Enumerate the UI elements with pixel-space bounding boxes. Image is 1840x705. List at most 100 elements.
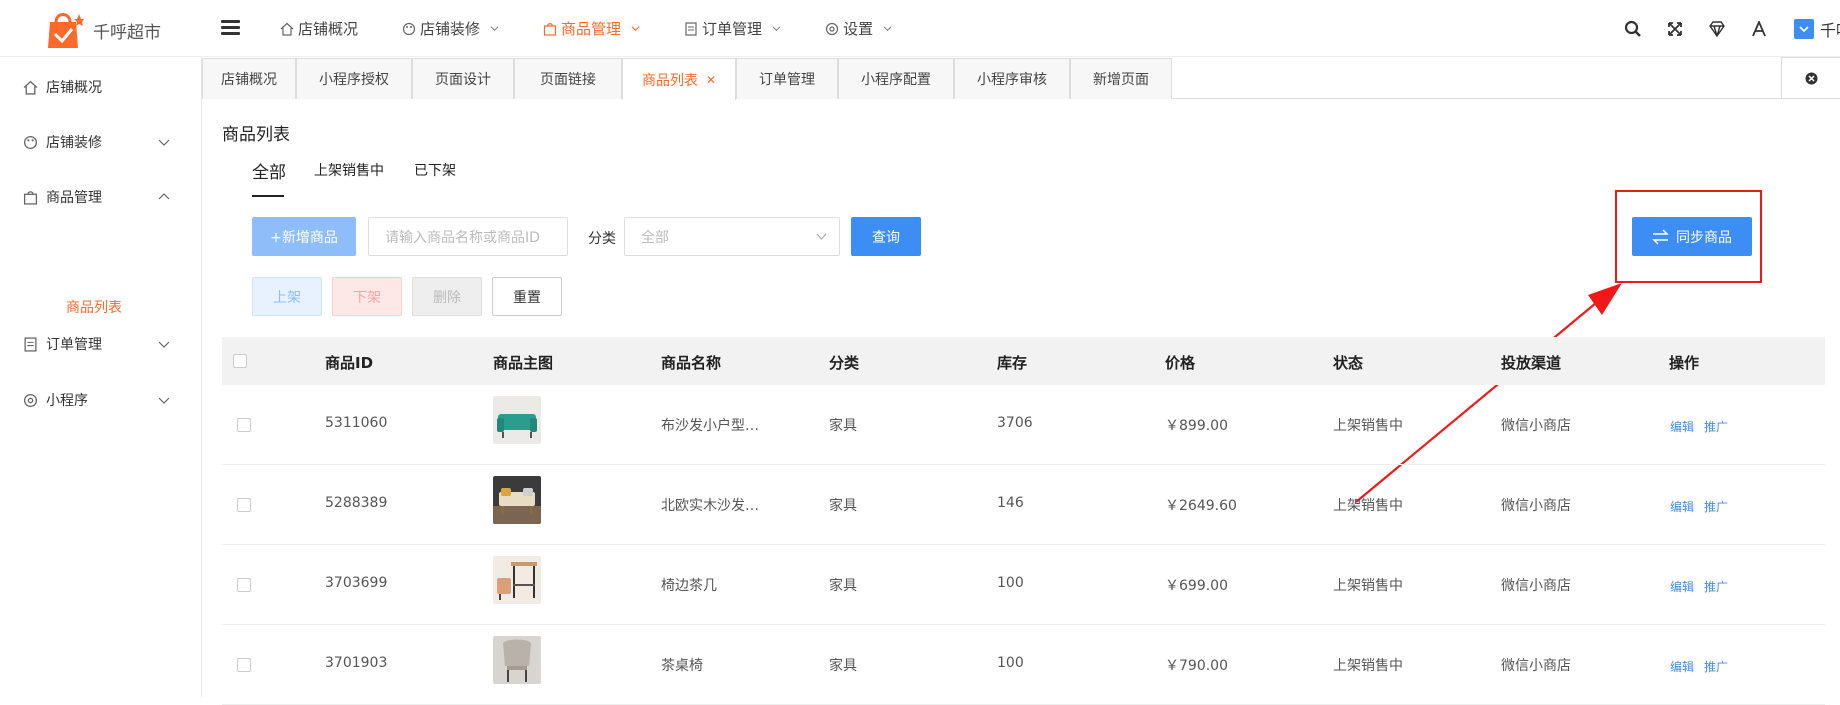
tab-label: 小程序审核 [977, 72, 1047, 88]
tab-new-page[interactable]: 新增页面 [1070, 58, 1172, 99]
promote-link[interactable]: 推广 [1704, 418, 1728, 435]
delete-button[interactable]: 删除 [412, 277, 482, 316]
topnav-settings[interactable]: 设置 [825, 18, 892, 39]
tab-label: 店铺概况 [221, 72, 277, 88]
product-name: 茶桌椅 [661, 658, 703, 674]
product-price: ￥790.00 [1165, 658, 1228, 674]
menu-toggle-icon[interactable] [221, 20, 240, 36]
topnav-label: 设置 [843, 20, 874, 38]
subtab-off-shelf[interactable]: 已下架 [414, 160, 456, 180]
page-title: 商品列表 [222, 125, 290, 145]
tab-page-links[interactable]: 页面链接 [514, 58, 622, 99]
category-select-value: 全部 [641, 229, 669, 246]
user-name[interactable]: 千呼 [1820, 17, 1840, 41]
column-header: 投放渠道 [1501, 354, 1562, 372]
tab-mini-program-auth[interactable]: 小程序授权 [296, 58, 412, 99]
edit-link[interactable]: 编辑 [1670, 658, 1694, 675]
subtab-all[interactable]: 全部 [252, 158, 286, 183]
sidebar-item-store-overview[interactable]: 店铺概况 [0, 67, 202, 107]
product-name: 北欧实木沙发… [661, 498, 759, 514]
product-image[interactable] [493, 636, 541, 684]
promote-link[interactable]: 推广 [1704, 498, 1728, 515]
diamond-icon[interactable] [1706, 18, 1728, 40]
reset-button[interactable]: 重置 [492, 277, 562, 316]
avatar[interactable] [1794, 18, 1814, 39]
tab-label: 订单管理 [759, 72, 815, 88]
page-tabs: 店铺概况 小程序授权 页面设计 页面链接 商品列表 ✕ 订单管理 小程序配置 小程… [202, 57, 1840, 100]
document-icon [685, 21, 697, 36]
sidebar-item-store-decoration[interactable]: 店铺装修 [0, 122, 202, 162]
topnav-order-management[interactable]: 订单管理 [684, 18, 781, 39]
chevron-down-icon [883, 26, 892, 32]
tab-mini-program-review[interactable]: 小程序审核 [954, 58, 1070, 99]
sidebar-item-product-management[interactable]: 商品管理 [0, 177, 202, 217]
edit-link[interactable]: 编辑 [1670, 498, 1694, 515]
select-all-checkbox[interactable] [233, 354, 247, 368]
table-row: 5288389 北欧实木沙发… 家具 146 ￥2649.60 上架销售中 微信… [222, 465, 1825, 545]
tab-label: 新增页面 [1093, 72, 1149, 88]
close-all-tabs-button[interactable] [1781, 57, 1840, 99]
chevron-down-icon [158, 341, 170, 348]
category-select[interactable]: 全部 [624, 217, 840, 256]
row-checkbox[interactable] [237, 578, 251, 592]
category-label: 分类 [588, 231, 616, 247]
product-stock: 3706 [997, 415, 1033, 431]
topnav-store-overview[interactable]: 店铺概况 [280, 18, 358, 39]
table-row: 5311060 布沙发小户型… 家具 3706 ￥899.00 上架销售中 微信… [222, 385, 1825, 465]
product-status: 上架销售中 [1333, 498, 1403, 514]
product-channel: 微信小商店 [1501, 658, 1571, 674]
edit-link[interactable]: 编辑 [1670, 578, 1694, 595]
bag-icon [23, 190, 38, 205]
tab-label: 页面链接 [540, 72, 596, 88]
list-button[interactable]: 上架 [252, 277, 322, 316]
product-image[interactable] [493, 476, 541, 524]
subtab-on-sale[interactable]: 上架销售中 [314, 160, 384, 180]
home-icon [23, 80, 38, 95]
tab-order-management[interactable]: 订单管理 [736, 58, 838, 99]
tab-page-design[interactable]: 页面设计 [412, 58, 514, 99]
annotation-highlight-box [1615, 190, 1762, 283]
product-image[interactable] [493, 556, 541, 604]
edit-link[interactable]: 编辑 [1670, 418, 1694, 435]
sidebar-subitem-product-list[interactable]: 商品列表 [66, 297, 122, 317]
product-category: 家具 [829, 498, 857, 514]
fullscreen-icon[interactable] [1664, 18, 1686, 40]
sidebar-item-label: 订单管理 [46, 337, 102, 353]
close-tab-icon[interactable]: ✕ [706, 73, 716, 87]
palette-icon [402, 22, 416, 35]
sidebar-item-mini-program[interactable]: 小程序 [0, 380, 202, 420]
product-image[interactable] [493, 396, 541, 444]
sidebar-item-order-management[interactable]: 订单管理 [0, 324, 202, 364]
column-header: 操作 [1669, 354, 1700, 372]
bag-icon [543, 22, 557, 36]
palette-icon [23, 135, 38, 149]
product-name: 椅边茶几 [661, 578, 717, 594]
sidebar-item-label: 商品管理 [46, 190, 102, 206]
row-checkbox[interactable] [237, 658, 251, 672]
topnav-store-decoration[interactable]: 店铺装修 [402, 18, 499, 39]
shopping-bag-logo-icon [48, 13, 84, 48]
search-input[interactable]: 请输入商品名称或商品ID [368, 217, 568, 256]
query-button[interactable]: 查询 [851, 217, 921, 256]
tab-label: 小程序配置 [861, 72, 931, 88]
tab-store-overview[interactable]: 店铺概况 [202, 58, 296, 99]
row-checkbox[interactable] [237, 498, 251, 512]
column-header: 分类 [829, 354, 860, 372]
sidebar-item-label: 店铺装修 [46, 135, 102, 151]
tab-product-list[interactable]: 商品列表 ✕ [622, 58, 736, 100]
topnav-product-management[interactable]: 商品管理 [543, 18, 640, 39]
tab-label: 小程序授权 [319, 72, 389, 88]
promote-link[interactable]: 推广 [1704, 578, 1728, 595]
search-icon[interactable] [1622, 18, 1644, 40]
column-header: 商品主图 [493, 354, 554, 372]
add-product-button[interactable]: +新增商品 [252, 217, 356, 256]
delist-button[interactable]: 下架 [332, 277, 402, 316]
row-checkbox[interactable] [237, 418, 251, 432]
chevron-down-icon [816, 233, 827, 240]
product-id: 5288389 [325, 495, 388, 511]
font-size-icon[interactable] [1748, 18, 1770, 40]
promote-link[interactable]: 推广 [1704, 658, 1728, 675]
product-name: 布沙发小户型… [661, 418, 759, 434]
topnav-label: 店铺概况 [298, 20, 359, 38]
tab-mini-program-config[interactable]: 小程序配置 [838, 58, 954, 99]
